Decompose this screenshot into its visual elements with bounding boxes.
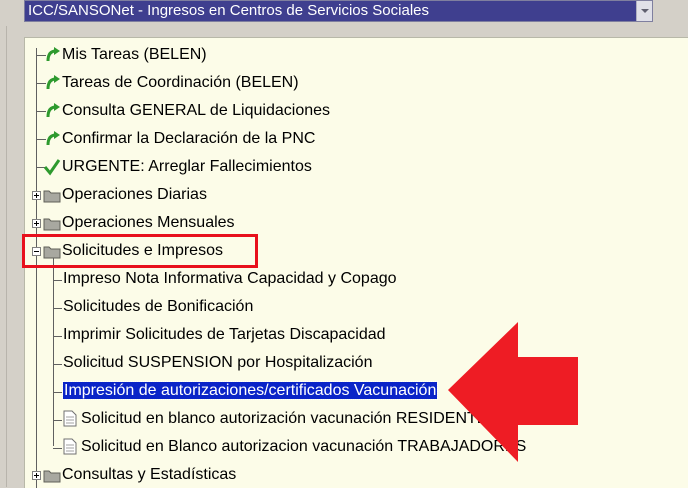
module-bar: ICC/SANSONet - Ingresos en Centros de Se…: [0, 0, 688, 26]
folder-icon: [43, 218, 61, 231]
tree-item-operaciones-mensuales[interactable]: Operaciones Mensuales: [62, 211, 235, 235]
expand-plus-icon[interactable]: [32, 191, 41, 200]
tree-item-impreso-nota[interactable]: Impreso Nota Informativa Capacidad y Cop…: [63, 267, 397, 291]
selected-item-label: Impresión de autorizaciones/certificados…: [61, 381, 439, 400]
tree-item-blanco-residentes[interactable]: Solicitud en blanco autorización vacunac…: [81, 407, 498, 431]
folder-icon: [43, 470, 61, 483]
tree-item-solicitudes-bonificacion[interactable]: Solicitudes de Bonificación: [63, 295, 253, 319]
tree-item-operaciones-diarias[interactable]: Operaciones Diarias: [62, 183, 207, 207]
expand-plus-icon[interactable]: [32, 471, 41, 480]
left-gutter: [0, 26, 24, 487]
chevron-down-icon[interactable]: [636, 1, 652, 21]
tree-branch: [53, 280, 62, 281]
tree-branch: [53, 448, 62, 449]
tree-item-urgente-fallecimientos[interactable]: URGENTE: Arreglar Fallecimientos: [62, 155, 312, 179]
module-select[interactable]: ICC/SANSONet - Ingresos en Centros de Se…: [24, 0, 653, 22]
folder-icon: [43, 190, 61, 203]
task-arrow-icon: [46, 47, 60, 62]
tree-branch: [53, 336, 62, 337]
tree-item-consultas-estadisticas[interactable]: Consultas y Estadísticas: [62, 463, 236, 487]
annotation-arrow-icon: [448, 322, 578, 462]
tree-child-connector: [53, 258, 54, 446]
expand-plus-icon[interactable]: [32, 219, 41, 228]
tree-item-confirmar-pnc[interactable]: Confirmar la Declaración de la PNC: [62, 127, 315, 151]
module-select-value: ICC/SANSONet - Ingresos en Centros de Se…: [25, 1, 640, 21]
tree-connector: [36, 48, 37, 488]
gutter-divider: [6, 26, 7, 487]
document-icon: [63, 438, 77, 455]
tree-branch: [53, 308, 62, 309]
tree-branch: [53, 420, 62, 421]
task-arrow-icon: [46, 131, 60, 146]
tree-item-mis-tareas[interactable]: Mis Tareas (BELEN): [62, 43, 207, 67]
tree-item-tareas-coordinacion[interactable]: Tareas de Coordinación (BELEN): [62, 71, 299, 95]
tree-item-consulta-liquidaciones[interactable]: Consulta GENERAL de Liquidaciones: [62, 99, 330, 123]
tree-branch: [53, 392, 62, 393]
annotation-highlight-box: [22, 234, 258, 268]
checkmark-icon: [43, 159, 61, 176]
tree-item-impresion-vacunacion[interactable]: Impresión de autorizaciones/certificados…: [61, 379, 439, 403]
tree-branch: [53, 364, 62, 365]
task-arrow-icon: [46, 103, 60, 118]
task-arrow-icon: [46, 75, 60, 90]
document-icon: [63, 410, 77, 427]
tree-item-imprimir-tarjetas[interactable]: Imprimir Solicitudes de Tarjetas Discapa…: [63, 323, 386, 347]
tree-item-solicitud-suspension[interactable]: Solicitud SUSPENSION por Hospitalización: [63, 351, 372, 375]
